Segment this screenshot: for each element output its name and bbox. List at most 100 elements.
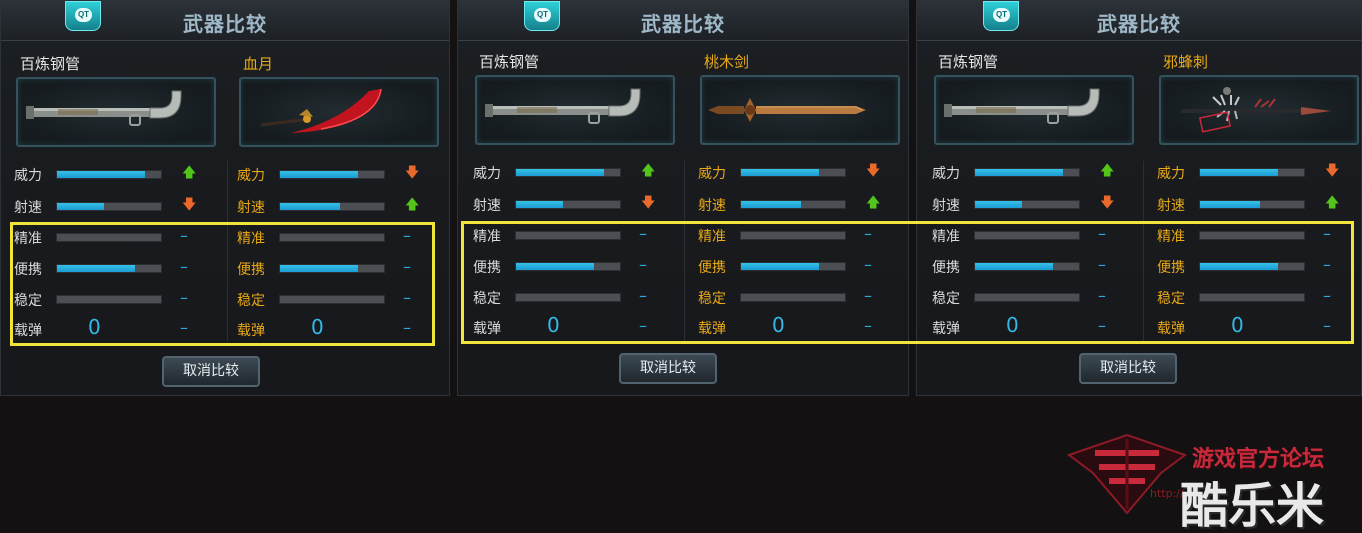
fire-rate-bar	[515, 200, 621, 209]
no-change-indicator: –	[180, 226, 188, 245]
power-bar	[515, 168, 621, 177]
weapon-name: 百炼钢管	[20, 55, 81, 73]
stat-row-stability: 稳定 –	[473, 286, 688, 307]
stat-row-fire-rate: 射速 🡇	[14, 196, 229, 216]
stat-row-fire-rate: 射速 🡅	[237, 196, 449, 216]
no-change-indicator: –	[1098, 286, 1106, 305]
stat-label: 载弹	[473, 321, 501, 337]
stat-label: 精准	[473, 229, 501, 245]
stat-label: 稳定	[698, 291, 726, 307]
increase-arrow-icon: 🡅	[405, 197, 420, 213]
no-change-indicator: –	[1323, 224, 1331, 243]
stat-label: 便携	[237, 262, 265, 278]
weapon-compare-panel-1: QT 武器比较 百炼钢管 威力 🡅 射速 🡇 精准 – 便携 – 稳定 – 载弹…	[0, 0, 450, 396]
no-change-indicator: –	[1323, 316, 1331, 335]
stat-label: 载弹	[237, 323, 265, 339]
fire-rate-bar	[56, 202, 162, 211]
weapon-image-frame	[16, 77, 216, 147]
fire-rate-bar	[1199, 200, 1305, 209]
stability-bar	[740, 293, 846, 302]
power-bar	[279, 170, 385, 179]
weapon-compare-panel-2: QT 武器比较 百炼钢管 威力 🡅 射速 🡇 精准 – 便携 – 稳定 – 载弹…	[457, 0, 909, 396]
stat-label: 威力	[473, 166, 501, 182]
stat-label: 射速	[473, 198, 501, 214]
watermark-url: http://	[1150, 487, 1184, 500]
steel-pipe-icon	[26, 90, 182, 126]
stat-label: 稳定	[14, 293, 42, 309]
stat-row-fire-rate: 射速 🡇	[932, 194, 1147, 214]
stat-label: 射速	[932, 198, 960, 214]
stat-row-portability: 便携 –	[698, 255, 908, 276]
no-change-indicator: –	[403, 257, 411, 276]
stat-label: 稳定	[237, 293, 265, 309]
accuracy-bar	[56, 233, 162, 242]
steel-pipe-icon	[485, 88, 641, 124]
stat-row-ammo: 载弹 0 –	[14, 315, 229, 339]
game-logo-watermark-icon	[1066, 433, 1188, 515]
weapon-image-frame	[700, 75, 900, 145]
stat-row-power: 威力 🡅	[932, 162, 1147, 182]
cancel-compare-button[interactable]: 取消比较	[162, 356, 260, 387]
weapon-name: 百炼钢管	[938, 53, 999, 71]
accuracy-bar	[279, 233, 385, 242]
panel-title: 武器比较	[183, 12, 267, 36]
portability-bar	[740, 262, 846, 271]
stat-row-stability: 稳定 –	[698, 286, 908, 307]
stat-label: 射速	[1157, 198, 1185, 214]
no-change-indicator: –	[639, 224, 647, 243]
stat-label: 稳定	[932, 291, 960, 307]
no-change-indicator: –	[1098, 224, 1106, 243]
no-change-indicator: –	[864, 224, 872, 243]
ammo-value: 0	[1006, 313, 1019, 337]
stat-label: 射速	[14, 200, 42, 216]
decrease-arrow-icon: 🡇	[866, 163, 881, 179]
stat-row-ammo: 载弹 0 –	[1157, 313, 1361, 337]
cancel-compare-button[interactable]: 取消比较	[619, 353, 717, 384]
stat-row-accuracy: 精准 –	[473, 224, 688, 245]
stat-row-portability: 便携 –	[932, 255, 1147, 276]
stat-label: 射速	[698, 198, 726, 214]
no-change-indicator: –	[639, 316, 647, 335]
weapon-image-frame	[934, 75, 1134, 145]
weapon-name: 百炼钢管	[479, 53, 540, 71]
ammo-value: 0	[311, 315, 324, 339]
stat-label: 稳定	[1157, 291, 1185, 307]
weapon-column-right: 血月 威力 🡇 射速 🡅 精准 – 便携 – 稳定 – 载弹 0 –	[237, 41, 449, 341]
accuracy-bar	[1199, 231, 1305, 240]
power-bar	[56, 170, 162, 179]
stat-label: 威力	[932, 166, 960, 182]
decrease-arrow-icon: 🡇	[405, 165, 420, 181]
ammo-value: 0	[1231, 313, 1244, 337]
stat-label: 精准	[698, 229, 726, 245]
weapon-image-frame	[1159, 75, 1359, 145]
stat-row-power: 威力 🡅	[14, 164, 229, 184]
stat-row-power: 威力 🡇	[698, 162, 908, 182]
accuracy-bar	[515, 231, 621, 240]
stat-label: 威力	[237, 168, 265, 184]
stat-row-portability: 便携 –	[237, 257, 449, 278]
weapon-column-left: 百炼钢管 威力 🡅 射速 🡇 精准 – 便携 – 稳定 – 载弹 0 –	[932, 39, 1147, 339]
no-change-indicator: –	[1098, 255, 1106, 274]
no-change-indicator: –	[639, 286, 647, 305]
stat-label: 便携	[932, 260, 960, 276]
stat-label: 精准	[237, 231, 265, 247]
panel-title: 武器比较	[1097, 12, 1181, 36]
stat-label: 载弹	[14, 323, 42, 339]
stat-row-ammo: 载弹 0 –	[237, 315, 449, 339]
weapon-name: 桃木剑	[704, 53, 750, 71]
stat-row-accuracy: 精准 –	[1157, 224, 1361, 245]
stat-label: 便携	[14, 262, 42, 278]
increase-arrow-icon: 🡅	[1325, 195, 1340, 211]
weapon-compare-panel-3: QT 武器比较 百炼钢管 威力 🡅 射速 🡇 精准 – 便携 – 稳定 – 载弹…	[916, 0, 1362, 396]
no-change-indicator: –	[864, 255, 872, 274]
stability-bar	[515, 293, 621, 302]
no-change-indicator: –	[1323, 286, 1331, 305]
decrease-arrow-icon: 🡇	[1325, 163, 1340, 179]
stat-label: 精准	[14, 231, 42, 247]
stat-label: 便携	[698, 260, 726, 276]
power-bar	[740, 168, 846, 177]
stat-label: 稳定	[473, 291, 501, 307]
increase-arrow-icon: 🡅	[1100, 163, 1115, 179]
cancel-compare-button[interactable]: 取消比较	[1079, 353, 1177, 384]
weapon-column-left: 百炼钢管 威力 🡅 射速 🡇 精准 – 便携 – 稳定 – 载弹 0 –	[14, 41, 229, 341]
